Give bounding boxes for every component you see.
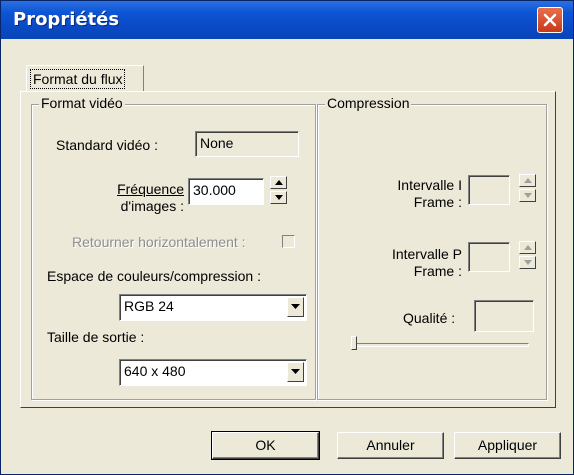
chevron-down-icon	[291, 304, 300, 309]
close-icon	[543, 13, 557, 27]
frame-rate-down-button[interactable]	[270, 191, 287, 204]
colorspace-dropdown-button[interactable]	[287, 297, 304, 317]
colorspace-label: Espace de couleurs/compression :	[47, 268, 261, 284]
title-bar[interactable]: Propriétés	[1, 1, 573, 39]
frame-rate-spinner[interactable]	[270, 176, 287, 206]
output-size-label: Taille de sortie :	[47, 329, 145, 345]
pframe-interval-input[interactable]	[468, 242, 510, 272]
pframe-label-line1: Intervalle P	[391, 246, 462, 262]
quality-slider-track[interactable]	[353, 343, 529, 347]
video-standard-value: None	[200, 135, 234, 151]
colorspace-value: RGB 24	[124, 298, 174, 314]
colorspace-select[interactable]: RGB 24	[119, 294, 307, 321]
up-arrow-icon	[275, 180, 283, 185]
output-size-select[interactable]: 640 x 480	[119, 359, 307, 386]
iframe-label-line2: Frame :	[413, 194, 462, 210]
quality-slider-thumb[interactable]	[351, 336, 357, 350]
iframe-up-button[interactable]	[519, 174, 536, 187]
pframe-interval-label: Intervalle P Frame :	[358, 246, 462, 280]
iframe-interval-label: Intervalle I Frame :	[358, 177, 462, 211]
quality-label: Qualité :	[403, 310, 456, 326]
quality-input[interactable]	[474, 300, 534, 332]
pframe-label-line2: Frame :	[413, 263, 462, 279]
compression-group: Compression Intervalle I Frame : Interva…	[317, 95, 547, 400]
frame-rate-value: 30.000	[193, 182, 236, 198]
tab-label: Format du flux	[30, 69, 126, 89]
down-arrow-icon	[524, 260, 532, 265]
iframe-interval-input[interactable]	[468, 175, 510, 205]
pframe-up-button[interactable]	[519, 241, 536, 254]
frame-rate-label: Fréquence d'images :	[80, 181, 184, 215]
tab-stream-format[interactable]: Format du flux	[26, 65, 144, 91]
pframe-interval-spinner[interactable]	[519, 241, 536, 271]
apply-button[interactable]: Appliquer	[454, 432, 561, 459]
compression-legend: Compression	[325, 95, 412, 111]
down-arrow-icon	[524, 193, 532, 198]
video-standard-field: None	[195, 131, 299, 157]
ok-button[interactable]: OK	[211, 431, 320, 460]
flip-horizontal-checkbox[interactable]	[282, 235, 295, 248]
window-title: Propriétés	[13, 9, 120, 30]
up-arrow-icon	[524, 178, 532, 183]
frame-rate-label-line1: Fréquence	[117, 181, 184, 197]
cancel-button[interactable]: Annuler	[337, 432, 444, 459]
video-standard-label: Standard vidéo :	[56, 137, 158, 153]
output-size-dropdown-button[interactable]	[287, 362, 304, 382]
iframe-down-button[interactable]	[519, 189, 536, 202]
properties-dialog: Propriétés Format du flux Format vidéo S…	[0, 0, 574, 475]
frame-rate-input[interactable]: 30.000	[188, 178, 264, 205]
video-format-legend: Format vidéo	[39, 95, 125, 111]
output-size-value: 640 x 480	[124, 363, 186, 379]
frame-rate-label-line2: d'images :	[120, 198, 184, 214]
video-format-group: Format vidéo Standard vidéo : None Fréqu…	[31, 95, 316, 400]
down-arrow-icon	[275, 195, 283, 200]
up-arrow-icon	[524, 245, 532, 250]
pframe-down-button[interactable]	[519, 256, 536, 269]
tab-panel: Format vidéo Standard vidéo : None Fréqu…	[20, 91, 556, 408]
frame-rate-up-button[interactable]	[270, 176, 287, 189]
flip-horizontal-label: Retourner horizontalement :	[72, 234, 246, 250]
close-button[interactable]	[537, 7, 563, 33]
iframe-interval-spinner[interactable]	[519, 174, 536, 204]
iframe-label-line1: Intervalle I	[397, 177, 462, 193]
chevron-down-icon	[291, 369, 300, 374]
